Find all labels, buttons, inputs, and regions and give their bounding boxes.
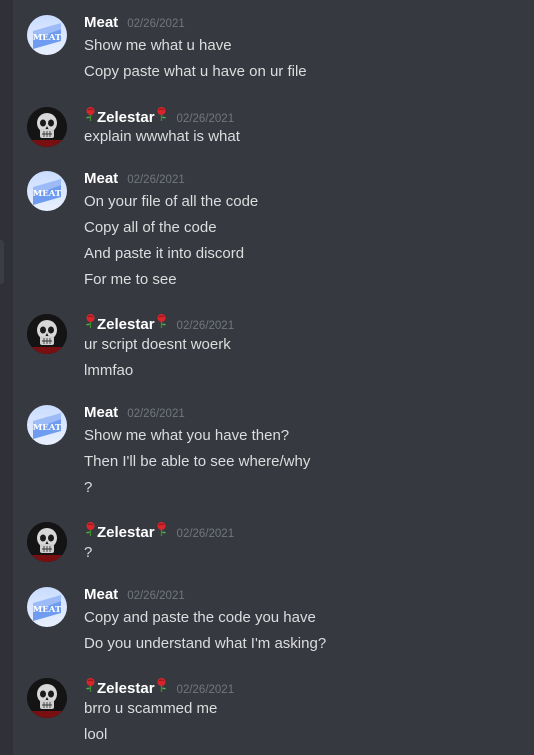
timestamp: 02/26/2021: [127, 590, 185, 602]
message-header: Meat 02/26/2021: [84, 170, 185, 190]
chat-message-list: MEAT Meat 02/26/2021 Show me what u have…: [0, 0, 534, 755]
username[interactable]: Meat: [84, 170, 118, 187]
message-text: For me to see: [84, 271, 177, 288]
message-header: Meat 02/26/2021: [84, 586, 185, 606]
skull-icon: [27, 678, 67, 718]
message-text: Copy and paste the code you have: [84, 609, 316, 626]
rose-icon: [86, 314, 95, 328]
username[interactable]: Zelestar: [97, 524, 155, 541]
message-text: Copy all of the code: [84, 219, 217, 236]
message-text: brro u scammed me: [84, 700, 218, 717]
timestamp: 02/26/2021: [127, 18, 185, 30]
avatar-logo-text: MEAT: [33, 605, 62, 615]
avatar[interactable]: MEAT: [27, 15, 67, 55]
timestamp: 02/26/2021: [176, 684, 235, 696]
avatar-logo-text: MEAT: [33, 423, 62, 433]
message-text: ?: [84, 544, 93, 561]
message-text: On your file of all the code: [84, 193, 259, 210]
rose-icon: [86, 107, 95, 121]
meat-logo-icon: MEAT: [33, 179, 62, 205]
rose-icon: [86, 522, 95, 536]
meat-logo-icon: MEAT: [33, 23, 62, 49]
message-header: Zelestar 02/26/2021: [84, 106, 234, 126]
message-text: And paste it into discord: [84, 245, 245, 262]
avatar[interactable]: MEAT: [27, 587, 67, 627]
message-header: Meat 02/26/2021: [84, 14, 185, 34]
rose-icon: [157, 314, 166, 328]
message-text: Copy paste what u have on ur file: [84, 63, 307, 80]
avatar-logo-text: MEAT: [33, 33, 62, 43]
username[interactable]: Zelestar: [97, 109, 155, 126]
avatar[interactable]: [27, 314, 67, 354]
username[interactable]: Meat: [84, 404, 118, 421]
avatar[interactable]: [27, 107, 67, 147]
timestamp: 02/26/2021: [176, 113, 235, 125]
message-text: ?: [84, 479, 93, 496]
scroll-handle[interactable]: [0, 240, 4, 284]
message-text: explain wwwhat is what: [84, 128, 240, 145]
message-text: Then I'll be able to see where/why: [84, 453, 311, 470]
rose-icon: [157, 678, 166, 692]
skull-icon: [27, 107, 67, 147]
avatar-logo-text: MEAT: [33, 189, 62, 199]
skull-icon: [27, 522, 67, 562]
avatar[interactable]: [27, 522, 67, 562]
message-text: Show me what you have then?: [84, 427, 290, 444]
avatar[interactable]: [27, 678, 67, 718]
message-header: Zelestar 02/26/2021: [84, 521, 234, 541]
username[interactable]: Zelestar: [97, 316, 155, 333]
timestamp: 02/26/2021: [127, 174, 185, 186]
message-header: Zelestar 02/26/2021: [84, 677, 234, 697]
rose-icon: [157, 522, 166, 536]
message-text: Show me what u have: [84, 37, 232, 54]
message-text: lmmfao: [84, 362, 134, 379]
username[interactable]: Meat: [84, 14, 118, 31]
message-text: lool: [84, 726, 108, 743]
avatar[interactable]: MEAT: [27, 405, 67, 445]
rose-icon: [86, 678, 95, 692]
channel-sidebar-edge: [0, 0, 13, 755]
timestamp: 02/26/2021: [176, 528, 235, 540]
meat-logo-icon: MEAT: [33, 595, 62, 621]
username[interactable]: Zelestar: [97, 680, 155, 697]
username[interactable]: Meat: [84, 586, 118, 603]
skull-icon: [27, 314, 67, 354]
rose-icon: [157, 107, 166, 121]
avatar[interactable]: MEAT: [27, 171, 67, 211]
message-text: Do you understand what I'm asking?: [84, 635, 327, 652]
message-text: ur script doesnt woerk: [84, 336, 231, 353]
timestamp: 02/26/2021: [127, 408, 185, 420]
message-header: Zelestar 02/26/2021: [84, 313, 234, 333]
meat-logo-icon: MEAT: [33, 413, 62, 439]
message-header: Meat 02/26/2021: [84, 404, 185, 424]
timestamp: 02/26/2021: [176, 320, 235, 332]
